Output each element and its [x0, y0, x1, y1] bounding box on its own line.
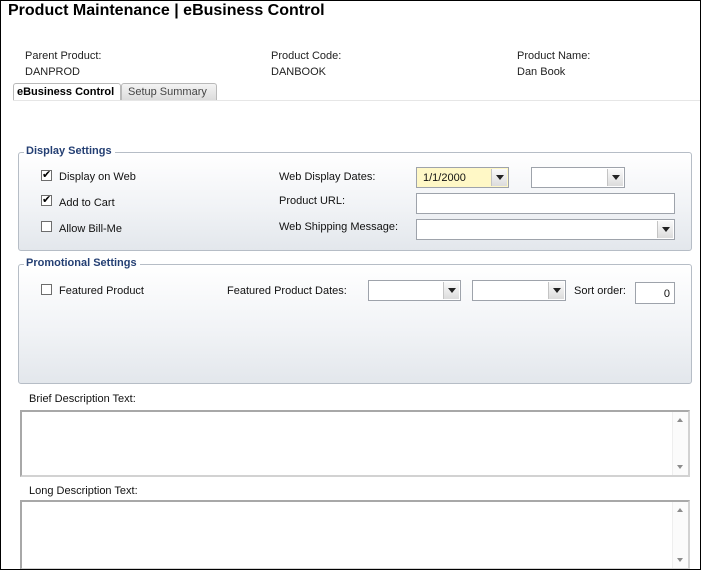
featured-start-date[interactable]: [368, 280, 461, 301]
promotional-settings-group: [18, 264, 692, 384]
tab-divider: [13, 100, 700, 101]
product-url-label: Product URL:: [279, 195, 346, 207]
allow-bill-me-checkbox[interactable]: [41, 221, 52, 232]
sort-order-label: Sort order:: [574, 285, 626, 297]
long-description-textarea[interactable]: [20, 500, 690, 569]
parent-product-value: DANPROD: [25, 66, 81, 78]
tab-setup-summary[interactable]: Setup Summary: [121, 83, 217, 100]
web-display-start-value: 1/1/2000: [423, 172, 466, 184]
product-name-value: Dan Book: [517, 66, 566, 78]
featured-product-checkbox[interactable]: [41, 284, 52, 295]
display-settings-legend: Display Settings: [24, 145, 115, 157]
scroll-up-icon[interactable]: [677, 508, 683, 512]
web-shipping-message-select[interactable]: [416, 219, 675, 240]
product-url-input[interactable]: [416, 193, 675, 214]
parent-product-label: Parent Product:: [25, 50, 102, 62]
brief-description-label: Brief Description Text:: [29, 393, 136, 405]
featured-product-label: Featured Product: [59, 285, 144, 297]
chevron-down-icon[interactable]: [491, 169, 507, 186]
web-display-dates-label: Web Display Dates:: [279, 171, 376, 183]
chevron-down-icon[interactable]: [657, 221, 673, 238]
scroll-down-icon[interactable]: [677, 465, 683, 469]
scrollbar[interactable]: [672, 502, 688, 568]
brief-description-textarea[interactable]: [20, 410, 690, 477]
page-title: Product Maintenance | eBusiness Control: [8, 2, 325, 19]
product-code-value: DANBOOK: [271, 66, 327, 78]
featured-end-date[interactable]: [472, 280, 566, 301]
product-code-label: Product Code:: [271, 50, 342, 62]
display-on-web-checkbox[interactable]: ✔: [41, 170, 52, 181]
window-frame: Product Maintenance | eBusiness Control …: [0, 0, 701, 570]
featured-product-dates-label: Featured Product Dates:: [227, 285, 347, 297]
add-to-cart-label: Add to Cart: [59, 197, 115, 209]
web-shipping-message-label: Web Shipping Message:: [279, 221, 399, 233]
display-on-web-label: Display on Web: [59, 171, 136, 183]
allow-bill-me-label: Allow Bill-Me: [59, 223, 122, 235]
scrollbar[interactable]: [672, 412, 688, 475]
sort-order-input[interactable]: 0: [635, 282, 675, 304]
promotional-settings-legend: Promotional Settings: [24, 257, 140, 269]
product-name-label: Product Name:: [517, 50, 591, 62]
chevron-down-icon[interactable]: [607, 169, 623, 186]
chevron-down-icon[interactable]: [548, 282, 564, 299]
web-display-start-date[interactable]: 1/1/2000: [416, 167, 509, 188]
web-display-end-date[interactable]: [531, 167, 625, 188]
long-description-label: Long Description Text:: [29, 485, 138, 497]
add-to-cart-checkbox[interactable]: ✔: [41, 195, 52, 206]
chevron-down-icon[interactable]: [443, 282, 459, 299]
scroll-down-icon[interactable]: [677, 558, 683, 562]
tab-ebusiness-control[interactable]: eBusiness Control: [13, 83, 121, 100]
scroll-up-icon[interactable]: [677, 418, 683, 422]
sort-order-value: 0: [663, 288, 670, 300]
